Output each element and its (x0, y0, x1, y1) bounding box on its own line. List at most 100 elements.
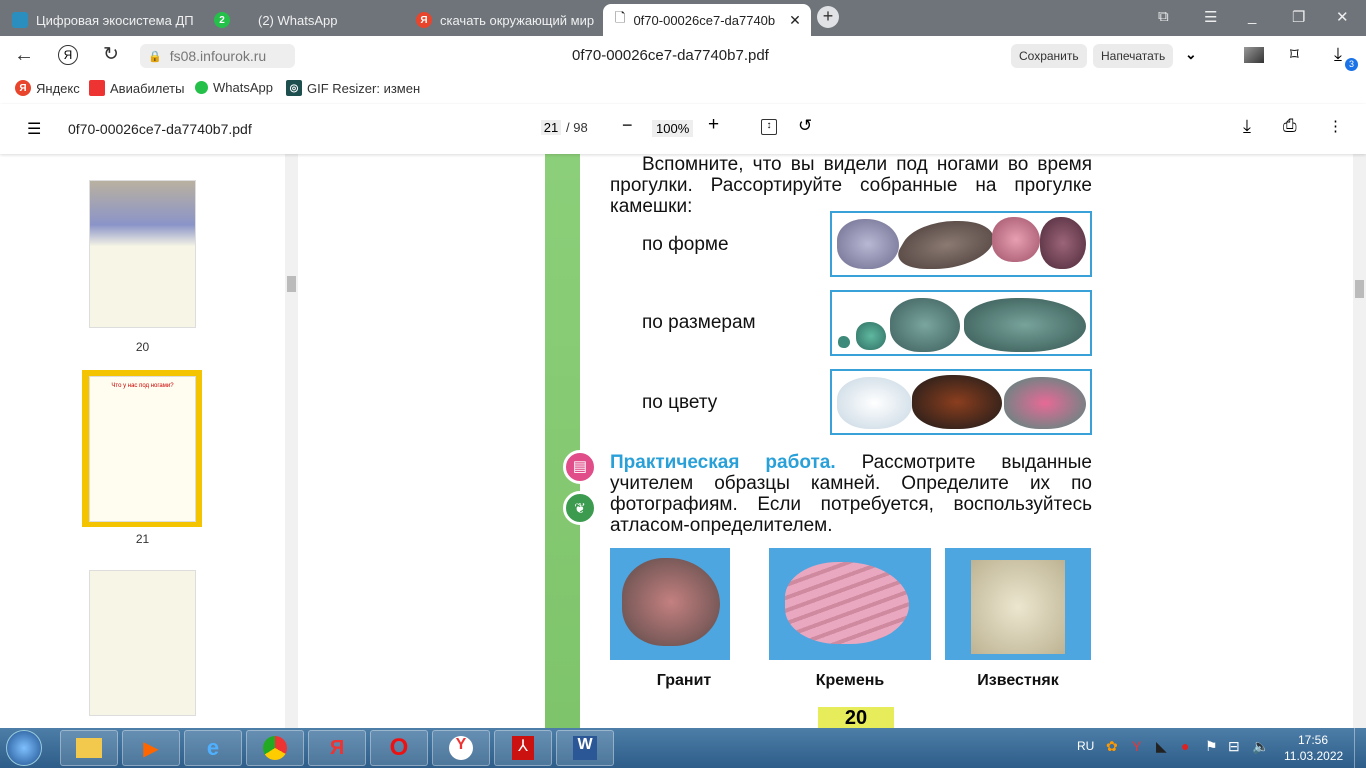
restore-button[interactable]: ❐ (1292, 8, 1305, 26)
downloads-icon[interactable]: ⤓ (1334, 44, 1342, 65)
limestone-photo (945, 548, 1091, 660)
zoom-out-icon[interactable]: − (622, 115, 633, 136)
extension-icon[interactable] (1244, 47, 1264, 63)
page-total: / 98 (566, 120, 588, 135)
print-icon[interactable]: ⎙ (1283, 116, 1297, 136)
bookmark-gif-resizer[interactable]: ◎ GIF Resizer: измен (286, 80, 420, 96)
bookmark-label: Авиабилеты (110, 80, 185, 96)
close-tab-icon[interactable]: ✕ (789, 12, 801, 29)
pdf-page: Вспомните, что вы видели под ногами во в… (545, 154, 1103, 728)
stones-by-size-image (830, 290, 1092, 356)
url-text: fs08.infourok.ru (169, 48, 267, 64)
pdf-filename: 0f70-00026ce7-da7740b7.pdf (68, 121, 252, 137)
new-tab-button[interactable]: + (817, 6, 839, 28)
menu-icon[interactable]: ☰ (27, 119, 41, 139)
ecosystem-icon (12, 12, 28, 28)
bookmark-tickets[interactable]: Авиабилеты (89, 80, 184, 96)
caption-flint: Кремень (815, 672, 885, 689)
yandex-browser-icon[interactable]: Я (308, 730, 366, 766)
stones-by-color-image (830, 369, 1092, 435)
thumbnail-page-22[interactable] (89, 570, 196, 716)
page-number-input[interactable]: 21 (541, 120, 561, 135)
tray-yandex-icon[interactable]: Y (1132, 738, 1141, 754)
book-icon: ▤ (563, 450, 597, 484)
print-button[interactable]: Напечатать (1093, 44, 1174, 68)
acrobat-icon[interactable]: ⅄ (494, 730, 552, 766)
page-margin-stripe (545, 154, 580, 728)
zoom-level[interactable]: 100% (652, 120, 694, 137)
bookmarks-bar: Я Яндекс Авиабилеты WhatsApp ◎ GIF Resizer… (0, 76, 1366, 102)
viewer-scrollbar[interactable] (1353, 154, 1366, 728)
network-icon[interactable]: ⊟ (1228, 738, 1240, 755)
thumbnail-sidebar: 20 Что у нас под ногами? 21 (0, 154, 298, 728)
reload-icon[interactable]: ↻ (103, 43, 119, 66)
tray-app-icon[interactable]: ✿ (1106, 738, 1118, 755)
thumbnail-page-20[interactable] (89, 180, 196, 328)
bookmark-yandex[interactable]: Я Яндекс (15, 80, 80, 96)
start-button[interactable] (6, 730, 42, 766)
url-field[interactable]: 🔒 fs08.infourok.ru (140, 44, 295, 68)
bookmark-label: WhatsApp (213, 80, 273, 95)
leaf-icon: ❦ (563, 491, 597, 525)
tab-search[interactable]: Я скачать окружающий мир (404, 4, 601, 36)
bookmark-whatsapp[interactable]: WhatsApp (195, 80, 273, 95)
pdf-toolbar: ☰ 0f70-00026ce7-da7740b7.pdf 21 / 98 − 1… (0, 104, 1366, 154)
page-number-label: 20 (818, 707, 894, 728)
zoom-in-icon[interactable]: + (708, 114, 719, 136)
rotate-icon[interactable]: ↺ (798, 116, 812, 136)
chrome-icon[interactable] (246, 730, 304, 766)
tab-bar: Цифровая экосистема ДП 2 (2) WhatsApp Я … (0, 0, 1366, 36)
close-window-button[interactable]: ✕ (1336, 8, 1349, 26)
word-icon[interactable]: W (556, 730, 614, 766)
download-icon[interactable]: ⤓ (1243, 116, 1251, 137)
yandex-icon: Я (15, 80, 31, 96)
opera-icon[interactable]: O (370, 730, 428, 766)
tab-ecosystem[interactable]: Цифровая экосистема ДП (0, 4, 200, 36)
lock-icon: 🔒 (148, 50, 162, 63)
more-options-icon[interactable]: ⋮ (1328, 117, 1343, 135)
chevron-down-icon[interactable]: ⌄ (1185, 46, 1197, 63)
media-player-icon[interactable]: ▶ (122, 730, 180, 766)
thumbnail-title: Что у нас под ногами? (111, 383, 174, 389)
flint-photo (769, 548, 931, 660)
bookmark-label: GIF Resizer: измен (307, 80, 421, 96)
internet-explorer-icon[interactable]: e (184, 730, 242, 766)
tab-whatsapp[interactable]: 2 (2) WhatsApp (202, 4, 402, 36)
language-indicator[interactable]: RU (1077, 739, 1094, 753)
minimize-button[interactable]: _ (1248, 8, 1256, 25)
tray-antivirus-icon[interactable]: ● (1181, 738, 1189, 754)
practical-work-title: Практическая работа. (610, 452, 836, 473)
fit-page-icon[interactable]: ↕ (761, 119, 777, 135)
whatsapp-icon: 2 (214, 12, 230, 28)
sidebar-scrollbar[interactable] (285, 154, 298, 728)
action-center-flag-icon[interactable]: ⚑ (1205, 738, 1218, 755)
whatsapp-icon (195, 81, 208, 94)
volume-icon[interactable]: 🔈 (1252, 738, 1269, 755)
yandex-home-icon[interactable]: Я (58, 45, 78, 65)
bookmarks-icon[interactable]: ⧉ (1158, 8, 1169, 25)
row-label-shape: по форме (642, 234, 729, 255)
tray-satellite-icon[interactable]: ◣ (1156, 738, 1167, 755)
yandex-app-icon[interactable]: Y (432, 730, 490, 766)
document-icon: 🗋 (615, 10, 626, 25)
yandex-icon: Я (416, 12, 432, 28)
thumbnail-number: 20 (135, 340, 150, 354)
practical-work-text: Практическая работа. Рассмотрите выданны… (610, 452, 1092, 536)
downloads-badge: 3 (1345, 58, 1358, 71)
back-icon[interactable]: ← (14, 44, 34, 67)
gif-resizer-icon: ◎ (286, 80, 302, 96)
menu-icon[interactable]: ☰ (1204, 8, 1217, 26)
tab-pdf[interactable]: 🗋 0f70-00026ce7-da7740b ✕ (603, 4, 811, 36)
clock-date[interactable]: 11.03.2022 (1284, 749, 1343, 763)
thumbnail-page-21[interactable]: Что у нас под ногами? (89, 376, 196, 522)
clock-time[interactable]: 17:56 (1298, 733, 1328, 747)
extension-tag-icon[interactable]: ⌑ (1290, 45, 1299, 65)
save-button[interactable]: Сохранить (1011, 44, 1087, 68)
explorer-icon[interactable] (60, 730, 118, 766)
show-desktop-button[interactable] (1354, 728, 1366, 768)
pdf-viewer: Вспомните, что вы видели под ногами во в… (298, 154, 1366, 728)
page-title: 0f70-00026ce7-da7740b7.pdf (572, 47, 769, 64)
row-label-color: по цвету (642, 392, 718, 413)
row-label-size: по размерам (642, 312, 756, 333)
tab-label: Цифровая экосистема ДП (36, 12, 194, 28)
